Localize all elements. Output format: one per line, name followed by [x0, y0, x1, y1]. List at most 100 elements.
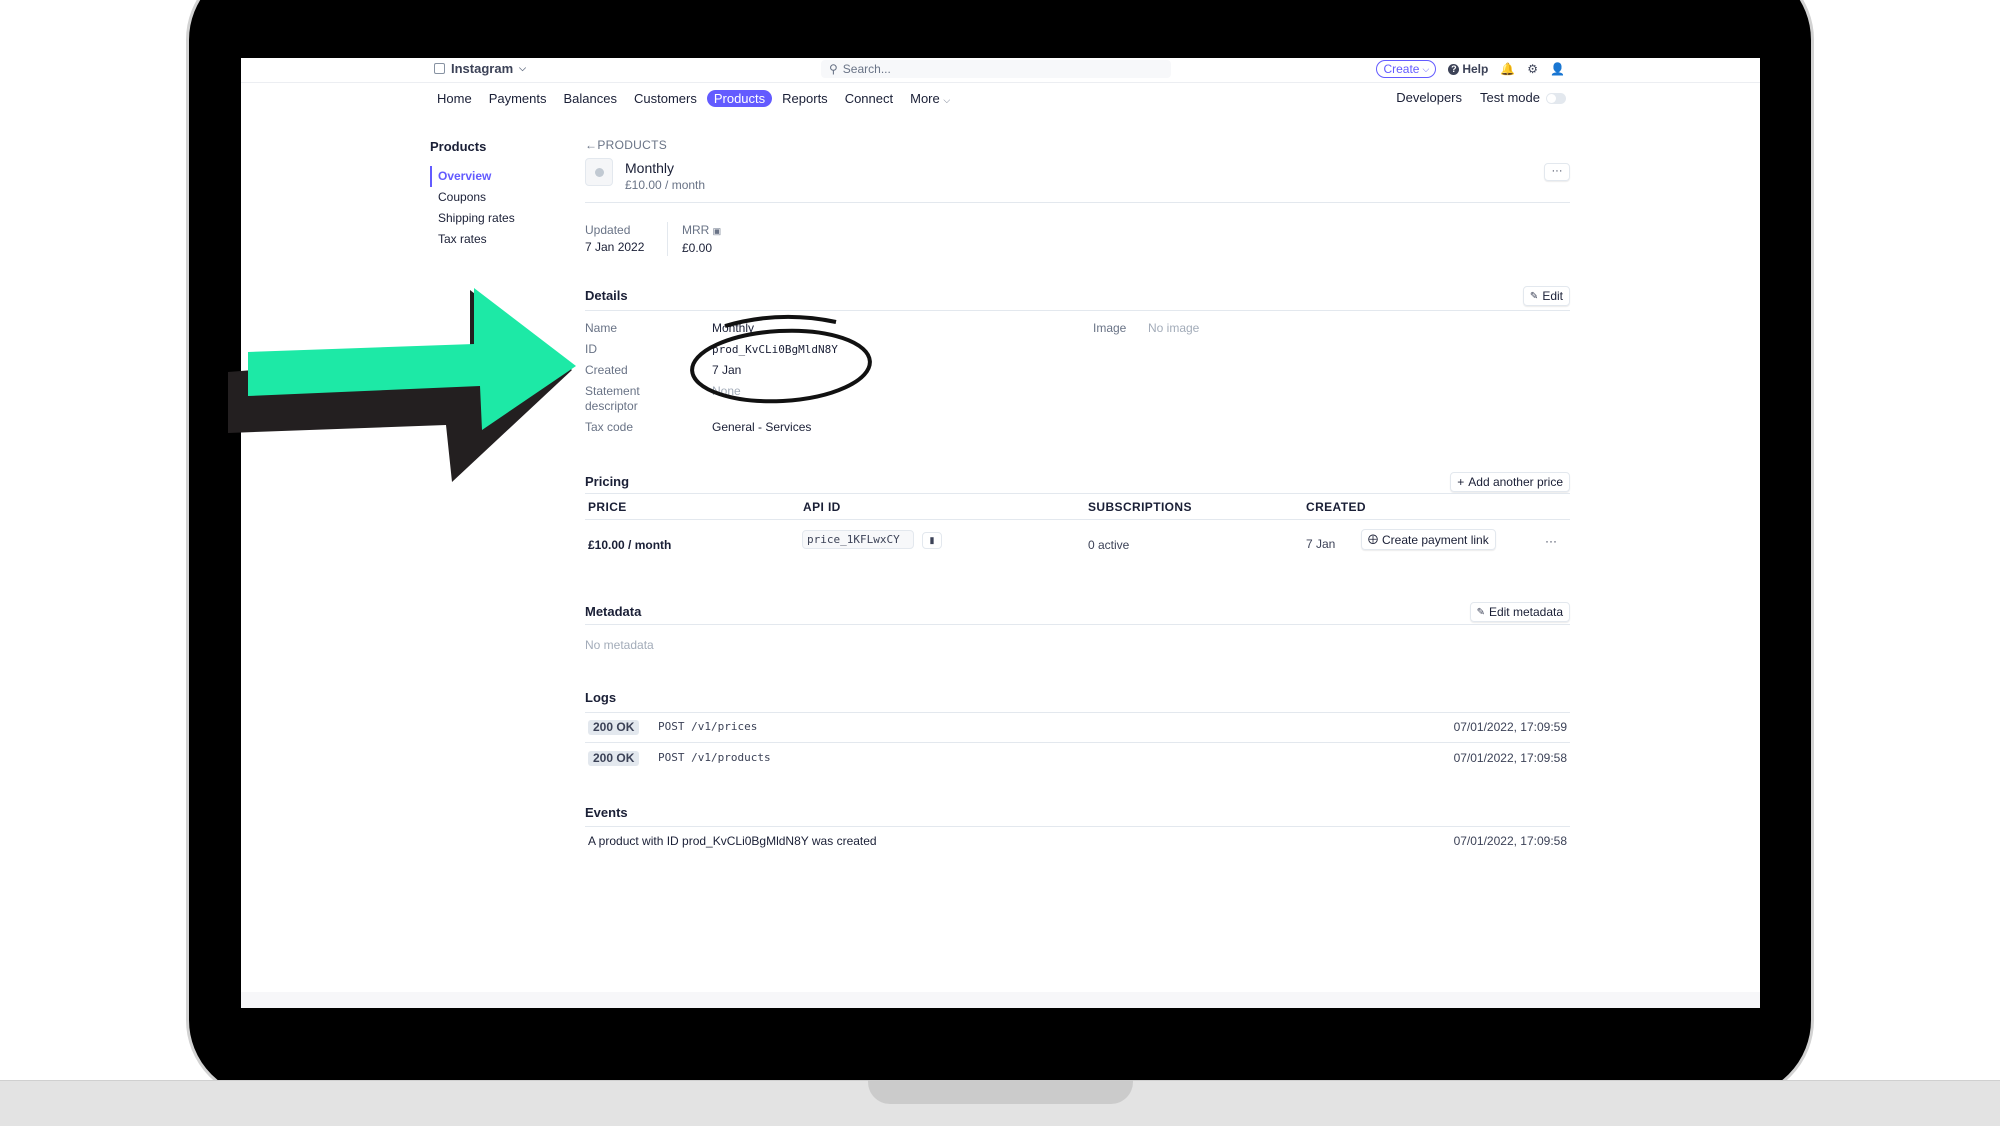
product-name: Monthly — [625, 160, 675, 176]
copy-icon[interactable]: ▮ — [922, 532, 942, 549]
column-header-price: PRICE — [588, 500, 627, 514]
product-price: £10.00 / month — [625, 178, 706, 192]
main-nav: Home Payments Balances Customers Product… — [437, 90, 950, 107]
tab-customers[interactable]: Customers — [627, 90, 704, 107]
tab-balances[interactable]: Balances — [557, 90, 624, 107]
edit-metadata-label: Edit metadata — [1488, 604, 1563, 619]
tab-reports[interactable]: Reports — [775, 90, 835, 107]
pencil-icon: ✎ — [1476, 606, 1485, 618]
created-label: Created — [585, 363, 628, 377]
id-label: ID — [585, 342, 597, 356]
test-mode-toggle[interactable]: Test mode — [1480, 90, 1566, 105]
toggle-switch[interactable] — [1546, 93, 1566, 105]
help-button[interactable]: ? Help — [1448, 62, 1488, 76]
status-badge: 200 OK — [588, 720, 640, 735]
pencil-icon: ✎ — [1529, 290, 1539, 302]
divider — [585, 712, 1570, 713]
updated-value: 7 Jan 2022 — [585, 240, 645, 254]
mrr-label: MRR — [682, 223, 710, 237]
more-actions-button[interactable]: ··· — [1544, 163, 1570, 181]
create-label: Create — [1383, 61, 1420, 76]
tab-products[interactable]: Products — [706, 90, 773, 107]
column-header-subscriptions: SUBSCRIPTIONS — [1088, 500, 1192, 514]
sidebar-item-overview[interactable]: Overview — [430, 166, 515, 187]
details-title: Details — [585, 288, 628, 303]
subscriptions-cell: 0 active — [1088, 538, 1130, 552]
events-title: Events — [585, 805, 628, 820]
account-name: Instagram — [451, 61, 514, 76]
event-text[interactable]: A product with ID prod_KvCLi0BgMldN8Y wa… — [588, 834, 877, 848]
create-payment-link-button[interactable]: ⨁ Create payment link — [1361, 529, 1496, 550]
developers-link[interactable]: Developers — [1396, 90, 1462, 105]
event-time: 07/01/2022, 17:09:58 — [1453, 834, 1567, 848]
bell-icon[interactable]: 🔔 — [1500, 62, 1515, 76]
statement-descriptor-label: Statement descriptor — [585, 384, 640, 413]
screen-bottom-strip — [241, 992, 1760, 1008]
test-mode-label: Test mode — [1480, 90, 1540, 105]
link-icon: ⨁ — [1368, 533, 1378, 545]
log-time: 07/01/2022, 17:09:59 — [1453, 720, 1567, 734]
api-id-field[interactable]: price_1KFLwxCY — [802, 530, 914, 549]
gear-icon[interactable]: ⚙ — [1527, 62, 1538, 76]
image-label: Image — [1093, 321, 1127, 335]
tab-more[interactable]: More ⌵ — [910, 91, 950, 106]
metadata-title: Metadata — [585, 604, 642, 619]
updated-stat: Updated 7 Jan 2022 — [585, 222, 644, 256]
edit-metadata-button[interactable]: ✎ Edit metadata — [1469, 602, 1570, 622]
image-value: No image — [1148, 321, 1200, 335]
account-icon — [434, 63, 445, 74]
tab-home[interactable]: Home — [430, 90, 479, 107]
nav-right: Developers Test mode — [1396, 90, 1566, 105]
plus-icon: + — [1457, 474, 1465, 489]
divider — [585, 624, 1570, 625]
metadata-empty-text: No metadata — [585, 638, 654, 652]
tab-more-label: More — [910, 91, 940, 106]
tax-code-label: Tax code — [585, 420, 634, 434]
dashboard-screen: Instagram ⌵ ⚲ Search... Create ⌵ ? Help … — [241, 58, 1760, 1008]
price-cell[interactable]: £10.00 / month — [588, 538, 671, 552]
log-path[interactable]: POST /v1/prices — [658, 720, 757, 733]
user-icon[interactable]: 👤 — [1550, 62, 1565, 76]
column-header-api-id: API ID — [803, 500, 841, 514]
edit-details-button[interactable]: ✎ Edit — [1522, 286, 1570, 306]
status-badge: 200 OK — [588, 751, 640, 766]
log-time: 07/01/2022, 17:09:58 — [1453, 751, 1567, 765]
name-label: Name — [585, 321, 618, 335]
column-header-created: CREATED — [1306, 500, 1366, 514]
tab-payments[interactable]: Payments — [482, 90, 554, 107]
create-button[interactable]: Create ⌵ — [1376, 60, 1437, 78]
name-value: Monthly — [712, 321, 755, 335]
divider — [585, 742, 1570, 743]
sidebar-item-shipping-rates[interactable]: Shipping rates — [430, 208, 515, 229]
account-switcher[interactable]: Instagram ⌵ — [434, 61, 526, 76]
edit-label: Edit — [1542, 288, 1563, 303]
mrr-stat: MRR ▣ £0.00 — [682, 222, 721, 257]
mrr-label-row: MRR ▣ — [682, 222, 721, 240]
question-icon: ? — [1448, 63, 1460, 75]
chevron-down-icon: ⌵ — [519, 63, 526, 73]
sidebar-title: Products — [430, 139, 487, 154]
divider — [585, 519, 1570, 520]
help-label: Help — [1462, 62, 1489, 76]
product-id-value[interactable]: prod_KvCLi0BgMldN8Y — [712, 343, 838, 356]
sidebar-item-tax-rates[interactable]: Tax rates — [430, 229, 515, 250]
search-placeholder: Search... — [842, 62, 891, 76]
divider — [585, 202, 1570, 203]
updated-label: Updated — [585, 223, 631, 237]
tab-connect[interactable]: Connect — [838, 90, 900, 107]
add-price-label: Add another price — [1468, 474, 1563, 489]
top-right-actions: Create ⌵ ? Help 🔔 ⚙ 👤 — [1376, 60, 1565, 78]
info-icon[interactable]: ▣ — [713, 226, 722, 236]
log-path[interactable]: POST /v1/products — [658, 751, 771, 764]
add-price-button[interactable]: + Add another price — [1450, 472, 1570, 492]
breadcrumb-label: PRODUCTS — [597, 138, 668, 152]
payment-link-label: Create payment link — [1382, 532, 1489, 547]
created-cell: 7 Jan — [1306, 537, 1336, 551]
mrr-value: £0.00 — [682, 241, 713, 255]
row-actions-button[interactable]: ··· — [1545, 534, 1557, 548]
breadcrumb[interactable]: ←PRODUCTS — [585, 138, 667, 152]
laptop-notch — [868, 1080, 1133, 1104]
divider — [585, 493, 1570, 494]
search-bar[interactable]: ⚲ Search... — [821, 60, 1171, 78]
sidebar-item-coupons[interactable]: Coupons — [430, 187, 515, 208]
